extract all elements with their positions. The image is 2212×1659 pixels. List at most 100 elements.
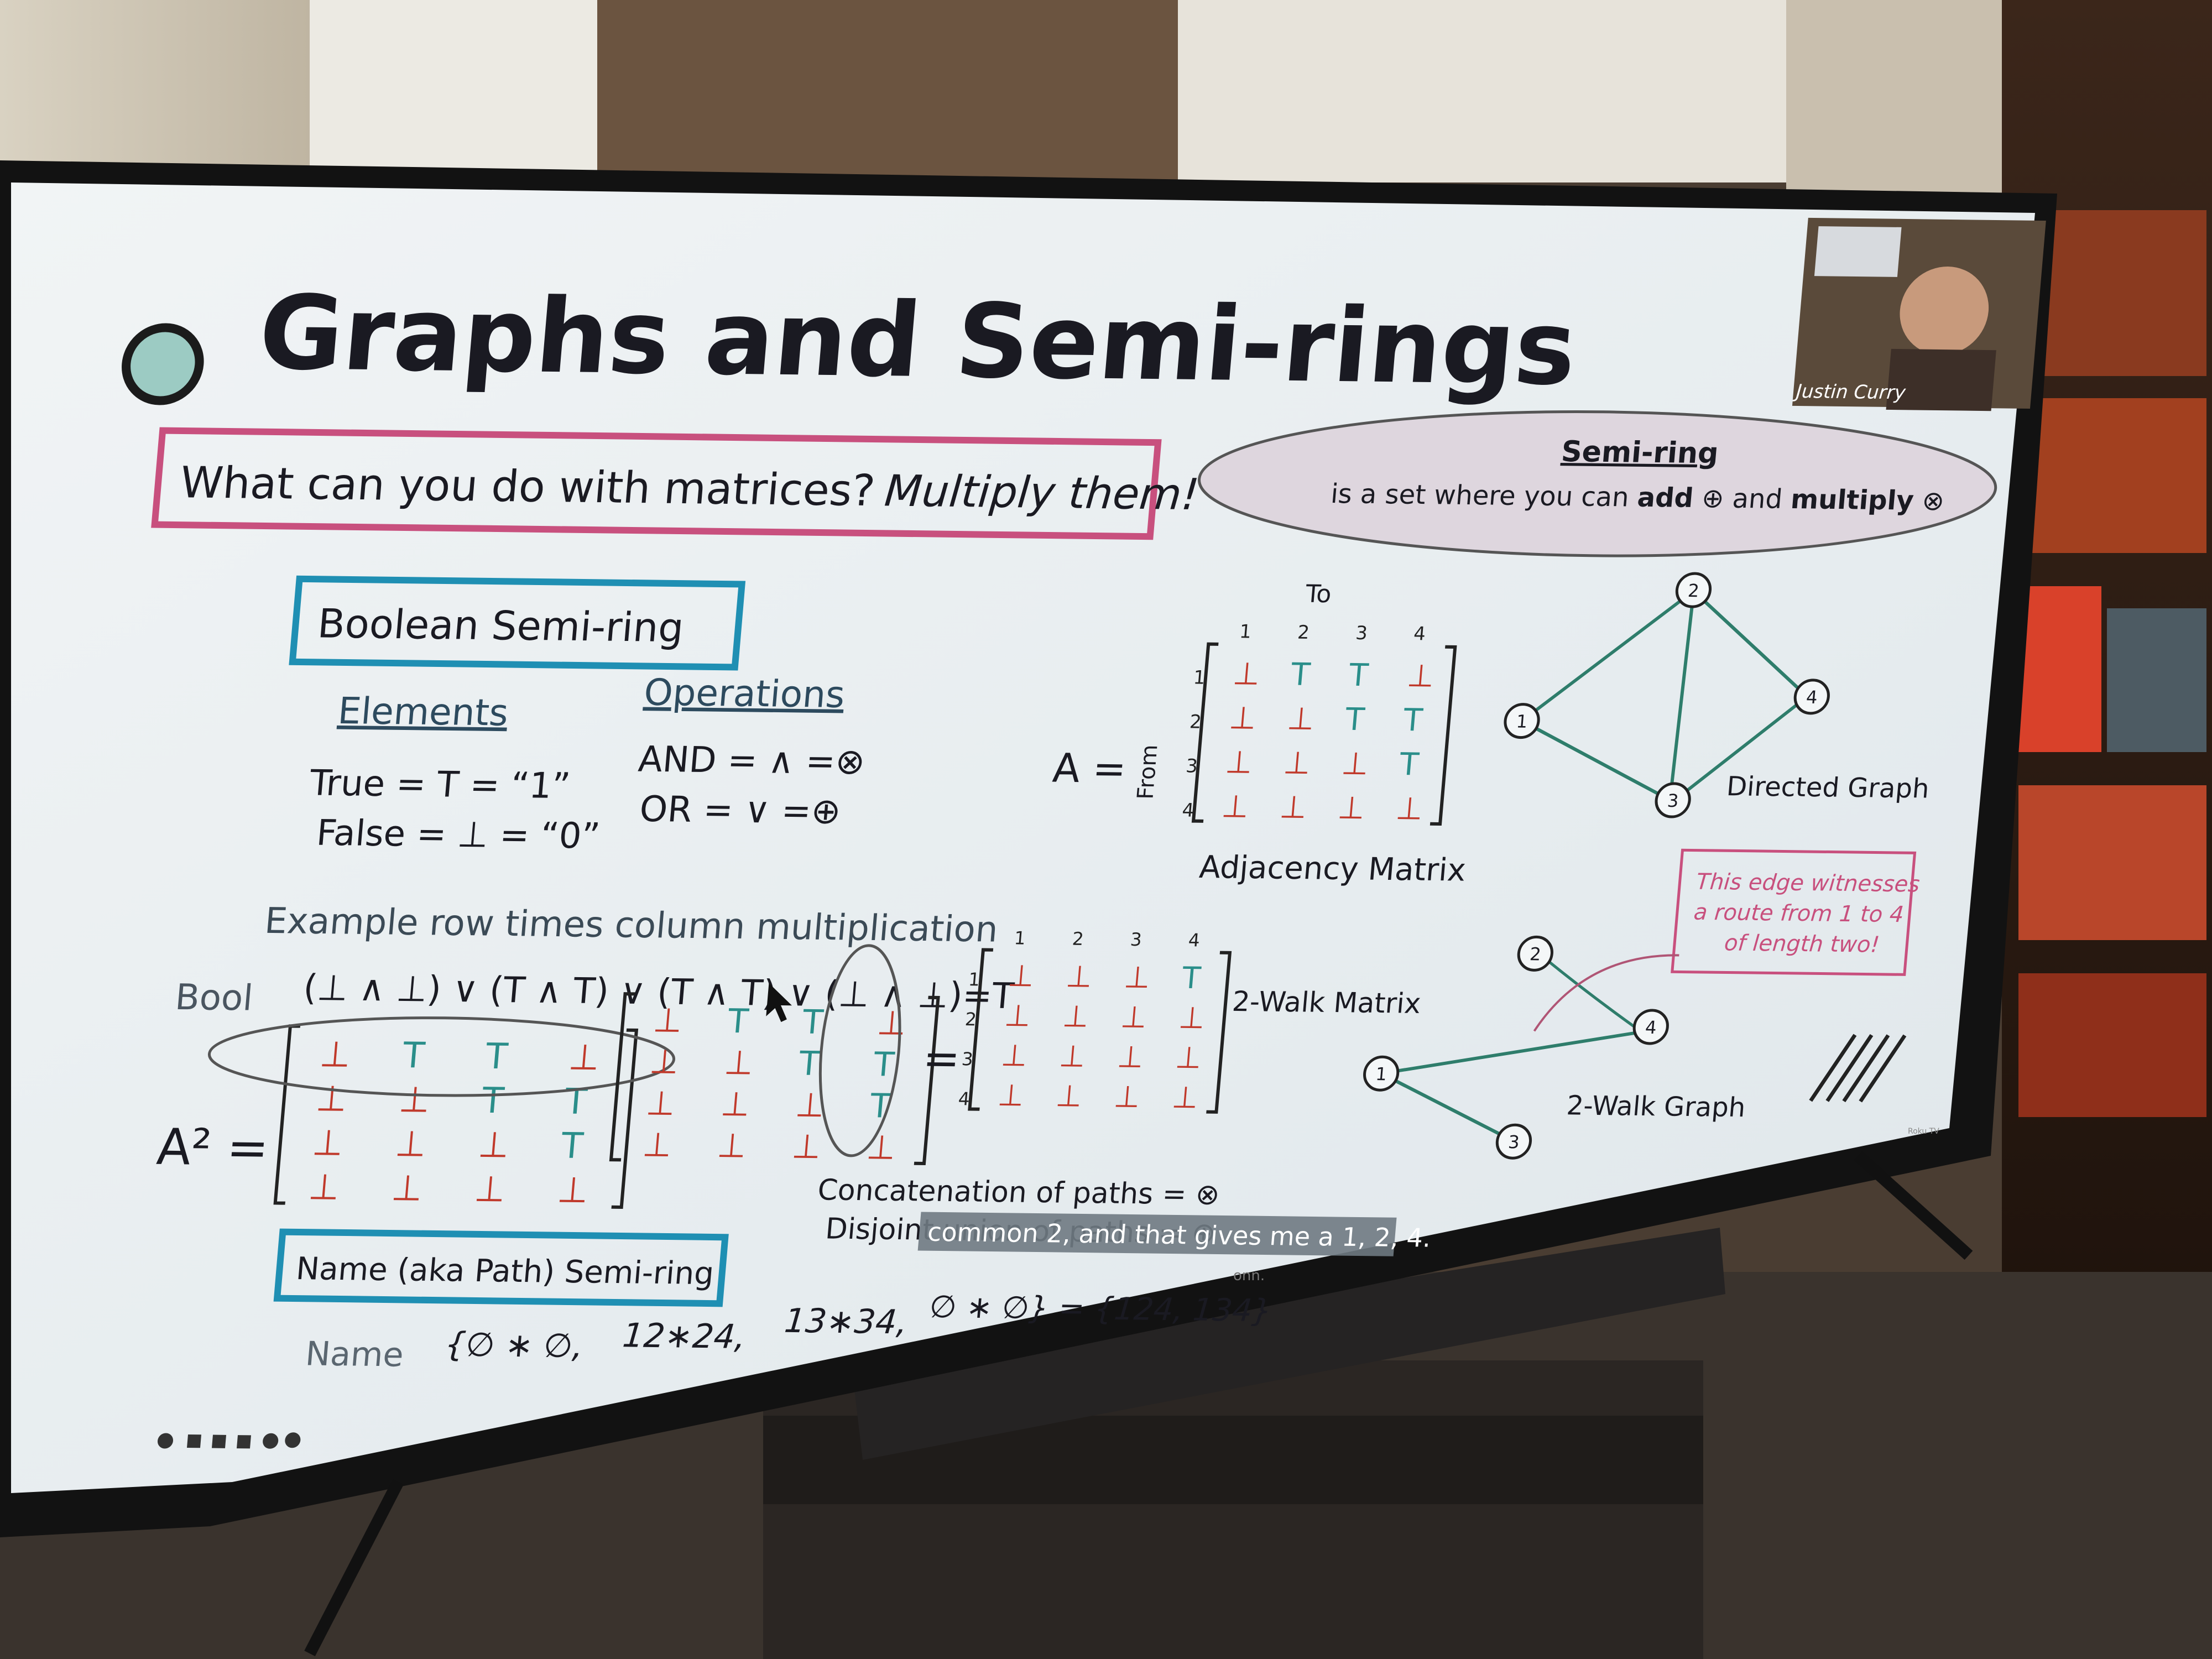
svg-text:4: 4 bbox=[1806, 687, 1819, 708]
matrix-cell: ⊥ bbox=[1286, 701, 1316, 737]
two-walk-caption: 2-Walk Matrix bbox=[1231, 985, 1422, 1020]
matrix-cell: T bbox=[1180, 961, 1202, 995]
toolbar-zoom-icon[interactable] bbox=[236, 1435, 252, 1449]
matrix-col-label: 3 bbox=[1129, 929, 1142, 950]
matrix-row-label: 4 bbox=[1181, 799, 1195, 821]
matrix-col-label: 2 bbox=[1297, 622, 1311, 643]
name-semiring-title: Name (aka Path) Semi-ring bbox=[295, 1251, 716, 1292]
matrix-cell: ⊥ bbox=[1006, 958, 1035, 993]
svg-text:2: 2 bbox=[1687, 580, 1700, 601]
matrix-cell: T bbox=[559, 1125, 585, 1167]
matrix-cell: ⊥ bbox=[651, 1001, 684, 1040]
or-definition: OR = ∨ =⊕ bbox=[638, 789, 843, 832]
matrix-cell: ⊥ bbox=[473, 1168, 507, 1211]
operations-heading: Operations bbox=[643, 671, 847, 716]
a-squared-label: A² = bbox=[155, 1118, 272, 1177]
matrix-cell: ⊥ bbox=[1061, 999, 1090, 1034]
matrix-cell: ⊥ bbox=[1174, 1040, 1203, 1075]
matrix-row-label: 2 bbox=[964, 1009, 978, 1030]
slide-title: Graphs and Semi-rings bbox=[254, 273, 1581, 408]
matrix-row-label: 1 bbox=[968, 969, 981, 990]
name-term-4: ∅ ∗ ∅} = {124, 134} bbox=[928, 1289, 1273, 1329]
caption-overlay-text: common 2, and that gives me a 1, 2, 4. bbox=[926, 1217, 1432, 1253]
matrix-cell: ⊥ bbox=[567, 1037, 601, 1079]
and-definition: AND = ∧ =⊗ bbox=[637, 739, 867, 783]
name-term-3: 13∗34, bbox=[783, 1302, 909, 1342]
two-walk-graph-caption: 2-Walk Graph bbox=[1566, 1090, 1747, 1123]
matrix-cell: ⊥ bbox=[394, 1123, 428, 1165]
matrix-cell: ⊥ bbox=[719, 1085, 752, 1124]
matrix-cell: ⊥ bbox=[645, 1084, 677, 1123]
false-definition: False = ⊥ = “0” bbox=[315, 812, 601, 857]
matrix-cell: ⊥ bbox=[1123, 960, 1151, 995]
matrix-col-label: 1 bbox=[1013, 927, 1026, 948]
matrix-cell: ⊥ bbox=[997, 1078, 1025, 1113]
matrix-cell: ⊥ bbox=[315, 1078, 349, 1120]
matrix-cell: ⊥ bbox=[1224, 744, 1254, 780]
matrix-cell: ⊥ bbox=[390, 1167, 424, 1209]
toolbar-slides-icon[interactable] bbox=[211, 1434, 227, 1448]
matrix-cell: ⊥ bbox=[875, 1004, 907, 1042]
matrix-cell: T bbox=[483, 1036, 509, 1077]
matrix-cell: ⊥ bbox=[1232, 656, 1261, 692]
matrix-cell: ⊥ bbox=[1228, 700, 1258, 736]
matrix-row-label: 4 bbox=[957, 1088, 971, 1109]
matrix-cell: ⊥ bbox=[398, 1079, 432, 1121]
from-label: From bbox=[1133, 744, 1162, 800]
name-term-2: 12∗24, bbox=[621, 1316, 747, 1357]
books-right bbox=[2018, 210, 2206, 1117]
matrix-cell: ⊥ bbox=[1058, 1039, 1087, 1073]
matrix-cell: ⊥ bbox=[1279, 790, 1308, 826]
matrix-cell: ⊥ bbox=[865, 1128, 897, 1167]
svg-text:2: 2 bbox=[1529, 943, 1542, 964]
adjacency-caption: Adjacency Matrix bbox=[1198, 849, 1467, 889]
matrix-cell: T bbox=[1401, 702, 1424, 738]
svg-text:3: 3 bbox=[1507, 1131, 1521, 1152]
matrix-cell: T bbox=[872, 1045, 896, 1084]
elements-heading: Elements bbox=[336, 690, 510, 734]
matrix-cell: ⊥ bbox=[1406, 658, 1436, 694]
matrix-cell: ⊥ bbox=[648, 1042, 680, 1081]
toolbar-pen-icon[interactable] bbox=[186, 1434, 202, 1448]
semiring-heading: Semi-ring bbox=[1560, 435, 1720, 470]
matrix-row-label: 2 bbox=[1189, 711, 1203, 732]
directed-graph-caption: Directed Graph bbox=[1725, 771, 1931, 804]
matrix-cell: T bbox=[1289, 657, 1312, 693]
matrix-cell: ⊥ bbox=[1220, 789, 1250, 825]
edge-note-line-2: a route from 1 to 4 bbox=[1693, 900, 1905, 927]
matrix-cell: ⊥ bbox=[641, 1125, 673, 1164]
matrix-cell: ⊥ bbox=[1340, 746, 1370, 782]
edge-note-line-1: This edge witnesses bbox=[1695, 869, 1921, 898]
matrix-row-label: 1 bbox=[1192, 666, 1206, 688]
matrix-cell: T bbox=[480, 1080, 506, 1121]
matrix-cell: ⊥ bbox=[716, 1126, 748, 1165]
a-squared-equals: = bbox=[921, 1032, 962, 1084]
matrix-cell: ⊥ bbox=[790, 1128, 822, 1166]
matrix-cell: T bbox=[1347, 658, 1370, 693]
matrix-col-label: 1 bbox=[1239, 620, 1253, 642]
matrix-cell: T bbox=[400, 1035, 426, 1076]
matrix-cell: ⊥ bbox=[1065, 959, 1093, 994]
matrix-row-label: 3 bbox=[961, 1048, 974, 1070]
matrix-cell: ⊥ bbox=[1171, 1080, 1199, 1115]
matrix-row-label: 3 bbox=[1185, 755, 1199, 776]
matrix-col-label: 4 bbox=[1413, 623, 1427, 644]
bool-label: Bool bbox=[174, 977, 254, 1019]
boolean-title: Boolean Semi-ring bbox=[316, 601, 686, 651]
adjacency-a-label: A = bbox=[1051, 745, 1128, 792]
matrix-cell: ⊥ bbox=[1055, 1078, 1083, 1113]
example-heading: Example row times column multiplication bbox=[263, 900, 1000, 951]
matrix-cell: T bbox=[797, 1045, 821, 1083]
tv-badge: Roku TV bbox=[1908, 1127, 1939, 1136]
matrix-cell: ⊥ bbox=[318, 1034, 352, 1076]
name-label: Name bbox=[304, 1335, 405, 1375]
concat-note: Concatenation of paths = ⊗ bbox=[816, 1173, 1221, 1212]
matrix-cell: ⊥ bbox=[1395, 791, 1425, 827]
bookshelf-back bbox=[597, 0, 1178, 182]
matrix-cell: ⊥ bbox=[307, 1166, 341, 1208]
matrix-cell: ⊥ bbox=[1116, 1040, 1145, 1074]
matrix-cell: T bbox=[563, 1081, 589, 1123]
matrix-cell: T bbox=[1397, 747, 1420, 782]
matrix-cell: T bbox=[1343, 702, 1366, 738]
matrix-cell: ⊥ bbox=[1119, 1000, 1148, 1035]
